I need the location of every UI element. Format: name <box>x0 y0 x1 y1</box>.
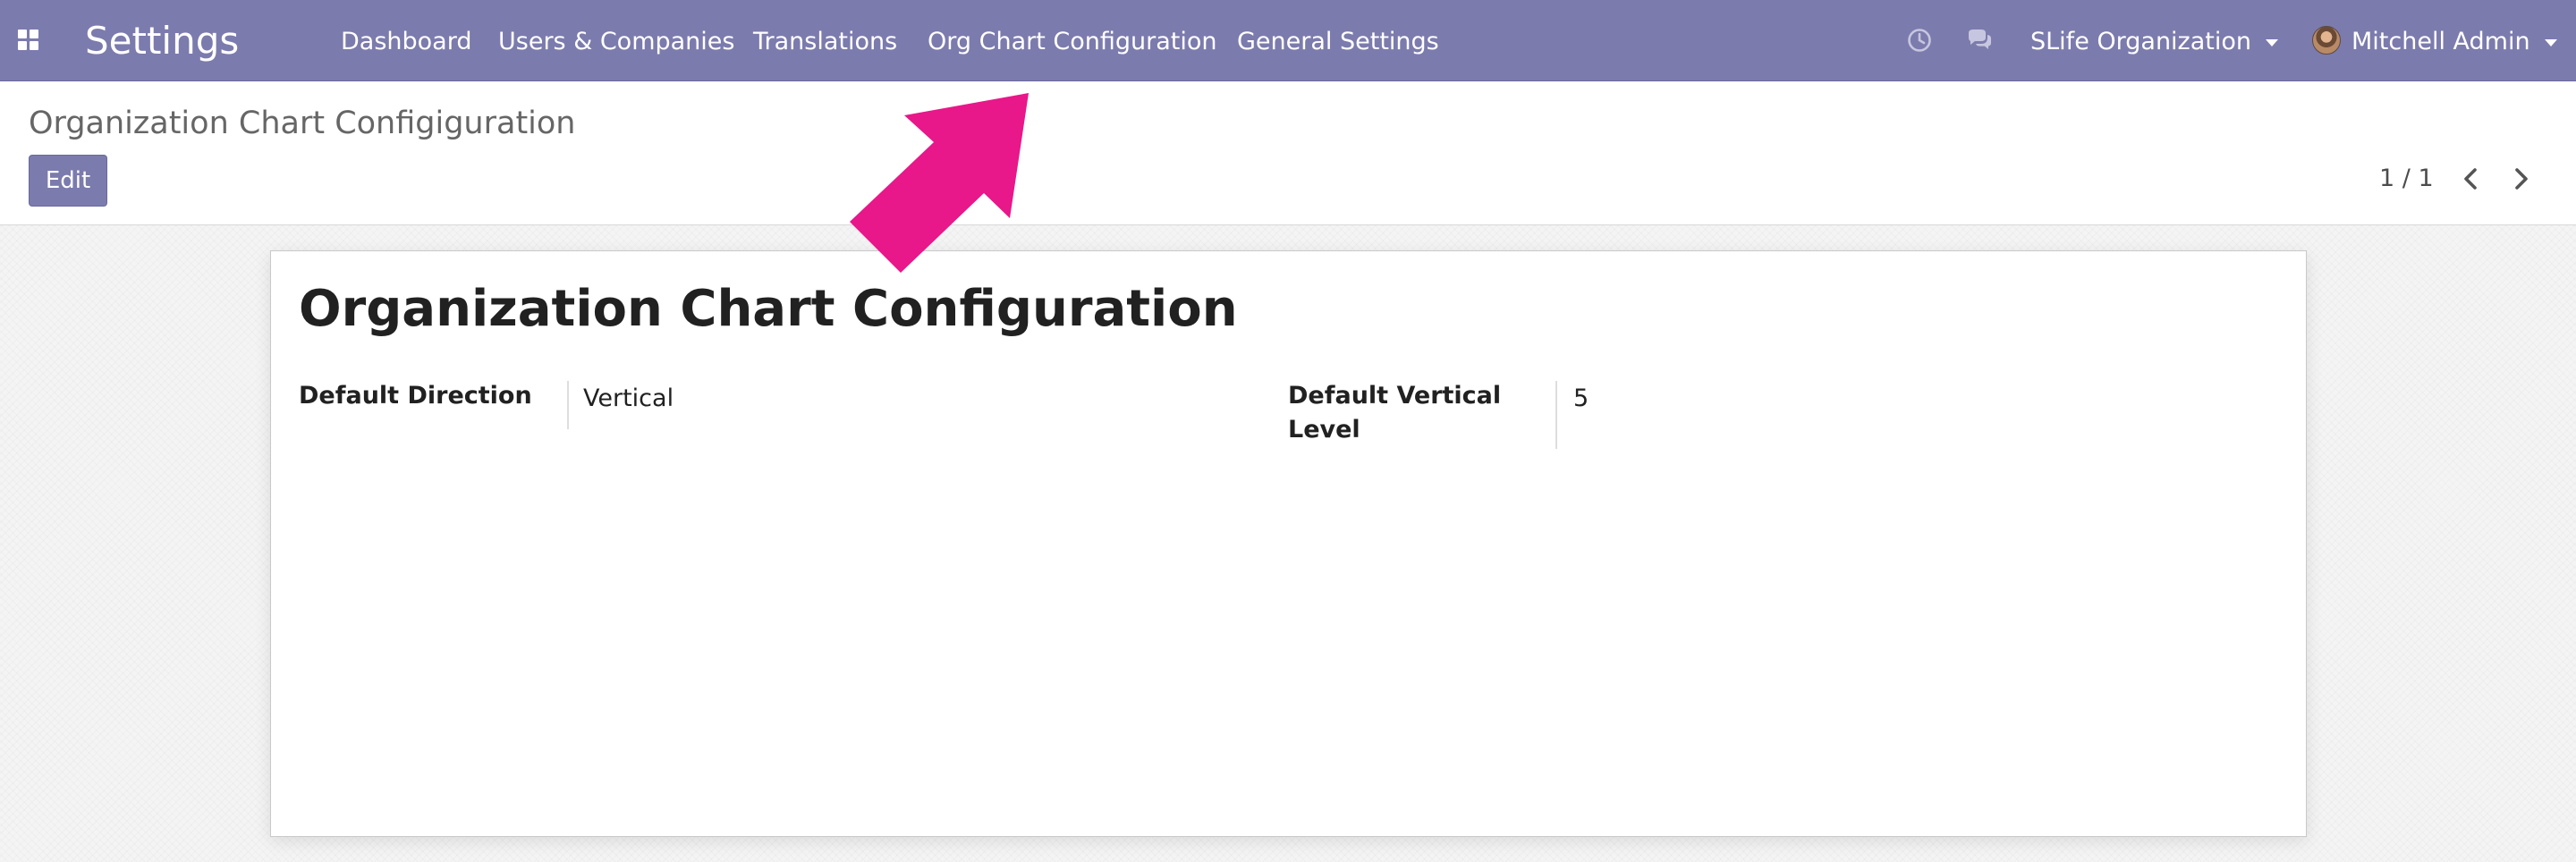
clock-icon[interactable] <box>1906 27 1933 54</box>
form-view: Organization Chart Configuration Default… <box>0 225 2576 862</box>
avatar <box>2312 26 2341 55</box>
top-navbar: Settings Dashboard Users & Companies Tra… <box>0 0 2576 81</box>
field-value-default-vertical-level: 5 <box>1573 385 1589 412</box>
apps-grid-icon[interactable] <box>18 30 39 51</box>
menu-item-translations[interactable]: Translations <box>753 27 897 57</box>
app-title[interactable]: Settings <box>85 16 239 66</box>
field-value-default-direction: Vertical <box>583 385 674 412</box>
chevron-down-icon <box>2544 38 2557 46</box>
user-name: Mitchell Admin <box>2351 27 2557 57</box>
edit-button[interactable]: Edit <box>29 155 107 207</box>
menu-item-dashboard[interactable]: Dashboard <box>341 27 471 57</box>
breadcrumb: Organization Chart Configiguration <box>29 106 576 141</box>
control-panel: Organization Chart Configiguration Edit … <box>0 81 2576 225</box>
field-label-default-vertical-level: Default Vertical Level <box>1288 382 1502 444</box>
menu-item-org-chart-configuration[interactable]: Org Chart Configuration <box>928 27 1217 57</box>
company-name: SLife Organization <box>2030 28 2251 55</box>
record-title: Organization Chart Configuration <box>299 280 1238 338</box>
pager-next-icon[interactable] <box>2505 162 2536 196</box>
pager-value[interactable]: 1 / 1 <box>2379 164 2434 194</box>
chevron-down-icon <box>2266 38 2278 46</box>
field-separator <box>1555 381 1557 449</box>
field-label-default-direction: Default Direction <box>299 382 532 410</box>
pager-previous-icon[interactable] <box>2456 162 2487 196</box>
menu-item-general-settings[interactable]: General Settings <box>1237 27 1439 57</box>
chat-bubbles-icon[interactable] <box>1966 27 1993 54</box>
menu-item-users-companies[interactable]: Users & Companies <box>498 27 734 57</box>
form-sheet: Organization Chart Configuration Default… <box>270 250 2307 837</box>
company-switcher[interactable]: SLife Organization <box>2030 27 2278 57</box>
field-separator <box>567 381 569 429</box>
